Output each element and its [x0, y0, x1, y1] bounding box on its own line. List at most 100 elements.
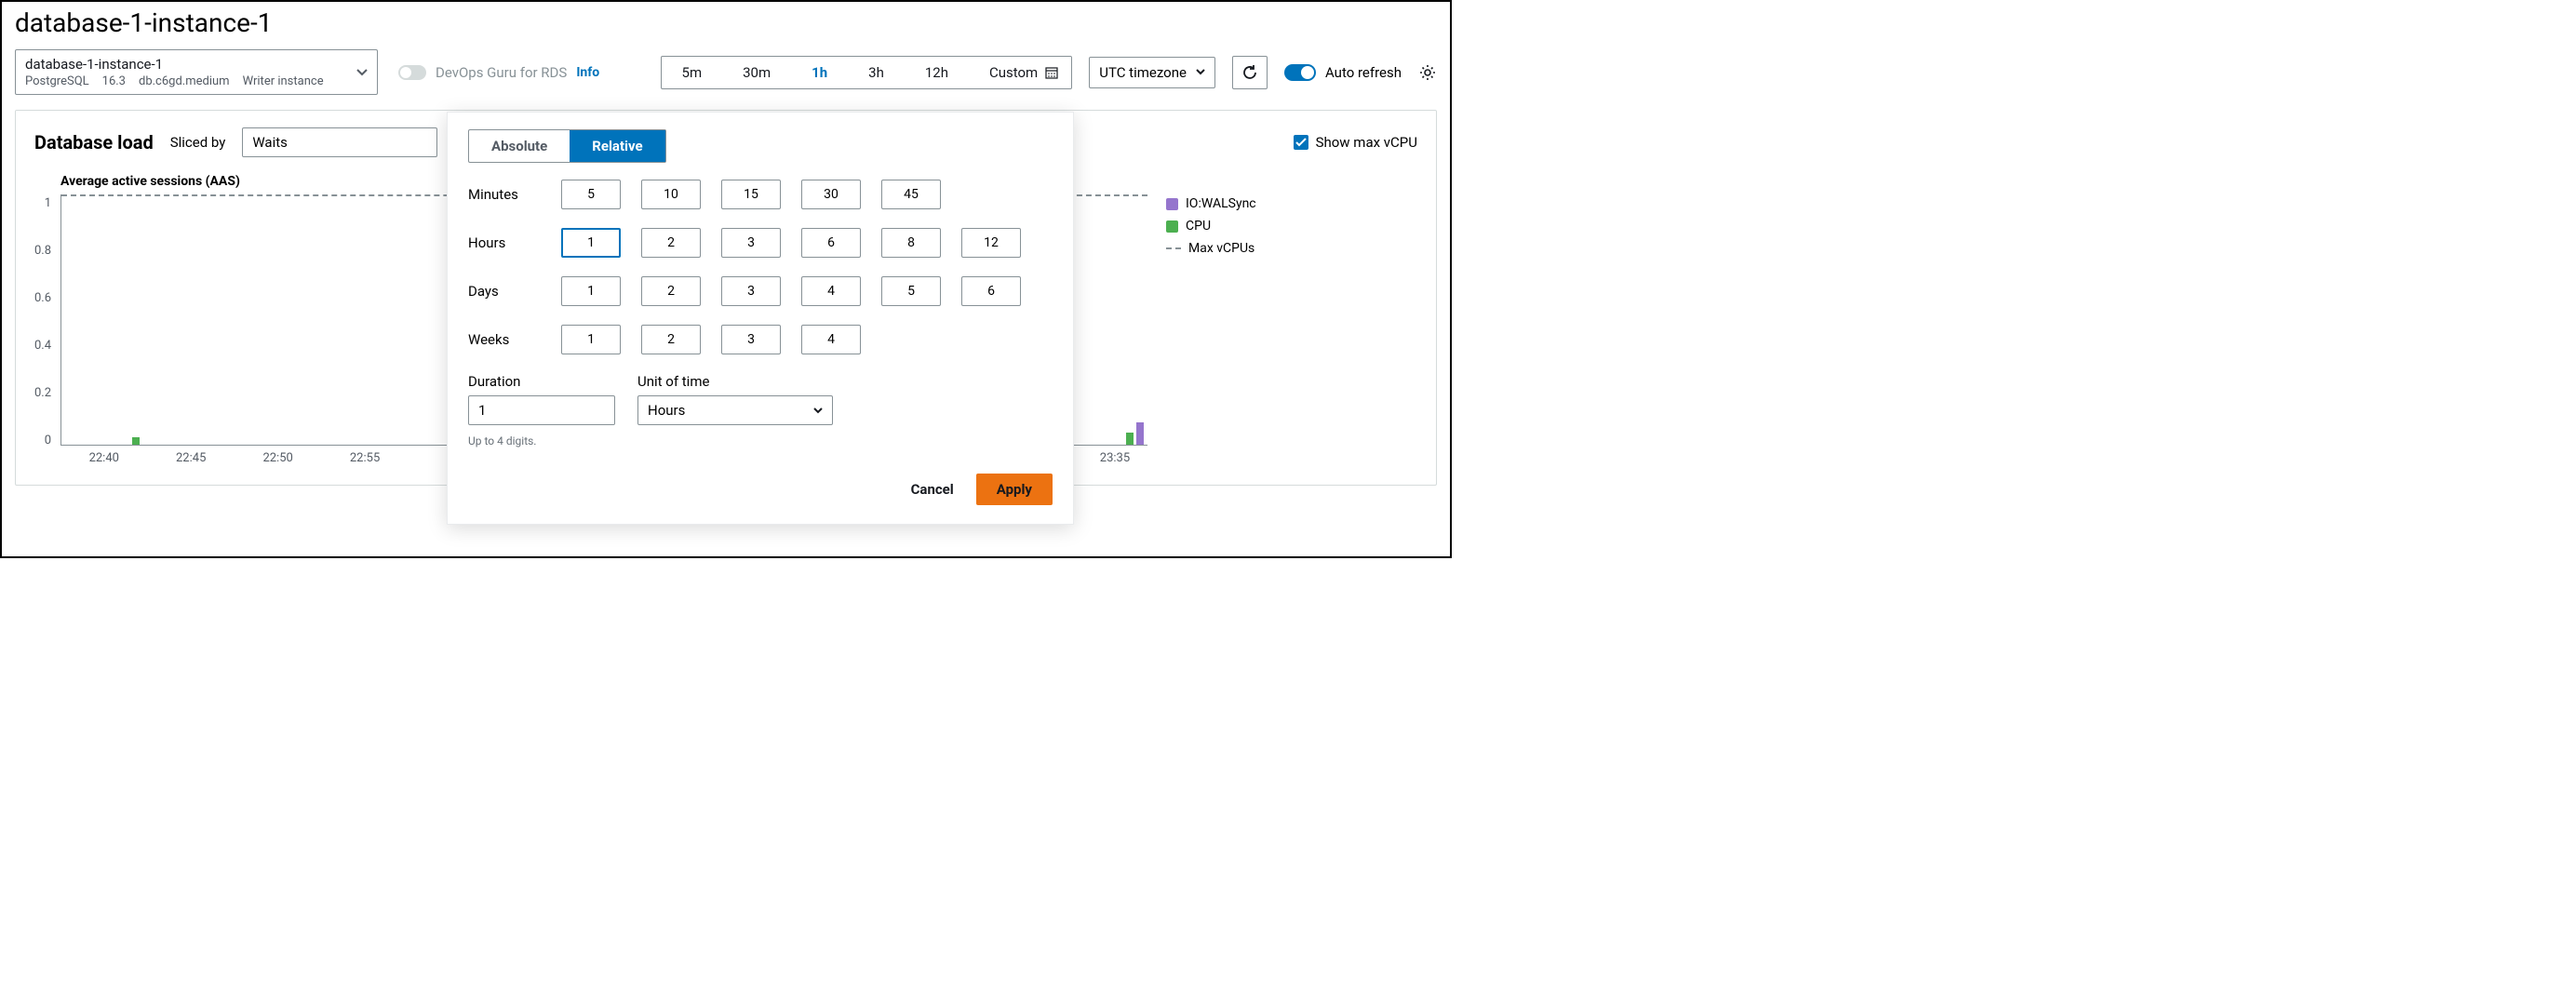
range-tab-1h[interactable]: 1h	[791, 57, 848, 88]
legend-swatch-purple	[1166, 198, 1178, 210]
time-mode-segment: Absolute Relative	[468, 129, 666, 163]
y-axis-labels: 1 0.8 0.6 0.4 0.2 0	[34, 196, 60, 447]
range-tab-custom[interactable]: Custom	[969, 57, 1071, 88]
x-tick: 22:55	[350, 451, 380, 465]
devops-guru-toggle-group: DevOps Guru for RDS Info	[398, 64, 599, 81]
weeks-label: Weeks	[468, 331, 561, 348]
weeks-option[interactable]: 3	[721, 325, 781, 354]
hours-option[interactable]: 3	[721, 228, 781, 258]
chart-bar	[1126, 433, 1134, 445]
legend: IO:WALSync CPU Max vCPUs	[1147, 196, 1417, 466]
refresh-icon	[1241, 64, 1258, 81]
minutes-label: Minutes	[468, 186, 561, 203]
minutes-row: Minutes 5 10 15 30 45	[468, 180, 1053, 209]
weeks-row: Weeks 1 2 3 4	[468, 325, 1053, 354]
unit-select[interactable]: Hours	[637, 395, 833, 425]
weeks-option[interactable]: 1	[561, 325, 621, 354]
panel-title: Database load	[34, 131, 154, 154]
days-option[interactable]: 3	[721, 276, 781, 306]
hours-option[interactable]: 2	[641, 228, 701, 258]
sliced-by-label: Sliced by	[170, 134, 226, 151]
auto-refresh-toggle-group: Auto refresh	[1284, 64, 1402, 81]
range-tab-5m[interactable]: 5m	[662, 57, 723, 88]
x-tick: 23:35	[1100, 451, 1130, 465]
legend-item[interactable]: IO:WALSync	[1166, 196, 1417, 211]
duration-input[interactable]	[468, 395, 615, 425]
chevron-down-icon	[1196, 69, 1205, 75]
y-tick: 0.8	[34, 244, 51, 258]
unit-value: Hours	[648, 402, 685, 419]
legend-label: Max vCPUs	[1188, 241, 1254, 256]
y-tick: 0	[45, 434, 51, 447]
chart-bar	[132, 437, 140, 445]
chevron-down-icon	[356, 69, 368, 76]
toolbar: database-1-instance-1 PostgreSQL 16.3 db…	[2, 49, 1450, 110]
days-option[interactable]: 2	[641, 276, 701, 306]
weeks-option[interactable]: 4	[801, 325, 861, 354]
info-link[interactable]: Info	[576, 65, 599, 80]
chart-bar	[1136, 422, 1144, 445]
tab-relative[interactable]: Relative	[570, 130, 664, 162]
minutes-option[interactable]: 30	[801, 180, 861, 209]
devops-guru-toggle[interactable]	[398, 65, 426, 80]
range-tab-3h[interactable]: 3h	[848, 57, 905, 88]
instance-name: database-1-instance-1	[25, 56, 343, 73]
devops-guru-label: DevOps Guru for RDS	[436, 64, 567, 81]
tab-absolute[interactable]: Absolute	[469, 130, 570, 162]
weeks-option[interactable]: 2	[641, 325, 701, 354]
days-option[interactable]: 5	[881, 276, 941, 306]
duration-label: Duration	[468, 373, 615, 390]
days-row: Days 1 2 3 4 5 6	[468, 276, 1053, 306]
refresh-button[interactable]	[1232, 56, 1268, 89]
settings-button[interactable]	[1418, 63, 1437, 82]
days-option[interactable]: 4	[801, 276, 861, 306]
hours-label: Hours	[468, 234, 561, 251]
unit-label: Unit of time	[637, 373, 833, 390]
custom-time-popover: Absolute Relative Minutes 5 10 15 30 45 …	[447, 112, 1074, 525]
calendar-icon	[1045, 66, 1058, 79]
sliced-by-select[interactable]: Waits	[242, 127, 437, 157]
hours-row: Hours 1 2 3 6 8 12	[468, 228, 1053, 258]
timezone-select[interactable]: UTC timezone	[1089, 57, 1215, 88]
legend-swatch-green	[1166, 220, 1178, 233]
sliced-by-value: Waits	[252, 134, 288, 151]
page-title: database-1-instance-1	[2, 2, 1450, 49]
legend-label: IO:WALSync	[1186, 196, 1256, 211]
y-tick: 1	[45, 196, 51, 210]
x-tick: 22:40	[89, 451, 119, 465]
instance-engine: PostgreSQL	[25, 74, 89, 88]
y-tick: 0.4	[34, 339, 51, 353]
minutes-option[interactable]: 10	[641, 180, 701, 209]
minutes-option[interactable]: 15	[721, 180, 781, 209]
legend-item: Max vCPUs	[1166, 241, 1417, 256]
duration-hint: Up to 4 digits.	[468, 434, 615, 447]
days-label: Days	[468, 283, 561, 300]
legend-label: CPU	[1186, 219, 1211, 234]
show-max-vcpu-label: Show max vCPU	[1316, 134, 1417, 151]
instance-version: 16.3	[102, 74, 126, 88]
legend-item[interactable]: CPU	[1166, 219, 1417, 234]
days-option[interactable]: 6	[961, 276, 1021, 306]
check-icon	[1295, 138, 1307, 147]
minutes-option[interactable]: 45	[881, 180, 941, 209]
hours-option[interactable]: 8	[881, 228, 941, 258]
instance-selector[interactable]: database-1-instance-1 PostgreSQL 16.3 db…	[15, 49, 378, 95]
range-tab-12h[interactable]: 12h	[905, 57, 969, 88]
chevron-down-icon	[813, 407, 823, 414]
hours-option[interactable]: 12	[961, 228, 1021, 258]
hours-option[interactable]: 1	[561, 228, 621, 258]
hours-option[interactable]: 6	[801, 228, 861, 258]
range-tab-30m[interactable]: 30m	[722, 57, 791, 88]
auto-refresh-label: Auto refresh	[1325, 64, 1402, 81]
minutes-option[interactable]: 5	[561, 180, 621, 209]
instance-class: db.c6gd.medium	[139, 74, 230, 88]
timezone-value: UTC timezone	[1099, 64, 1187, 81]
cancel-button[interactable]: Cancel	[906, 474, 959, 505]
apply-button[interactable]: Apply	[976, 474, 1053, 505]
show-max-vcpu-checkbox[interactable]	[1294, 135, 1308, 150]
legend-swatch-dash	[1166, 247, 1181, 249]
x-tick: 22:50	[262, 451, 292, 465]
auto-refresh-toggle[interactable]	[1284, 64, 1316, 81]
days-option[interactable]: 1	[561, 276, 621, 306]
gear-icon	[1418, 63, 1437, 82]
